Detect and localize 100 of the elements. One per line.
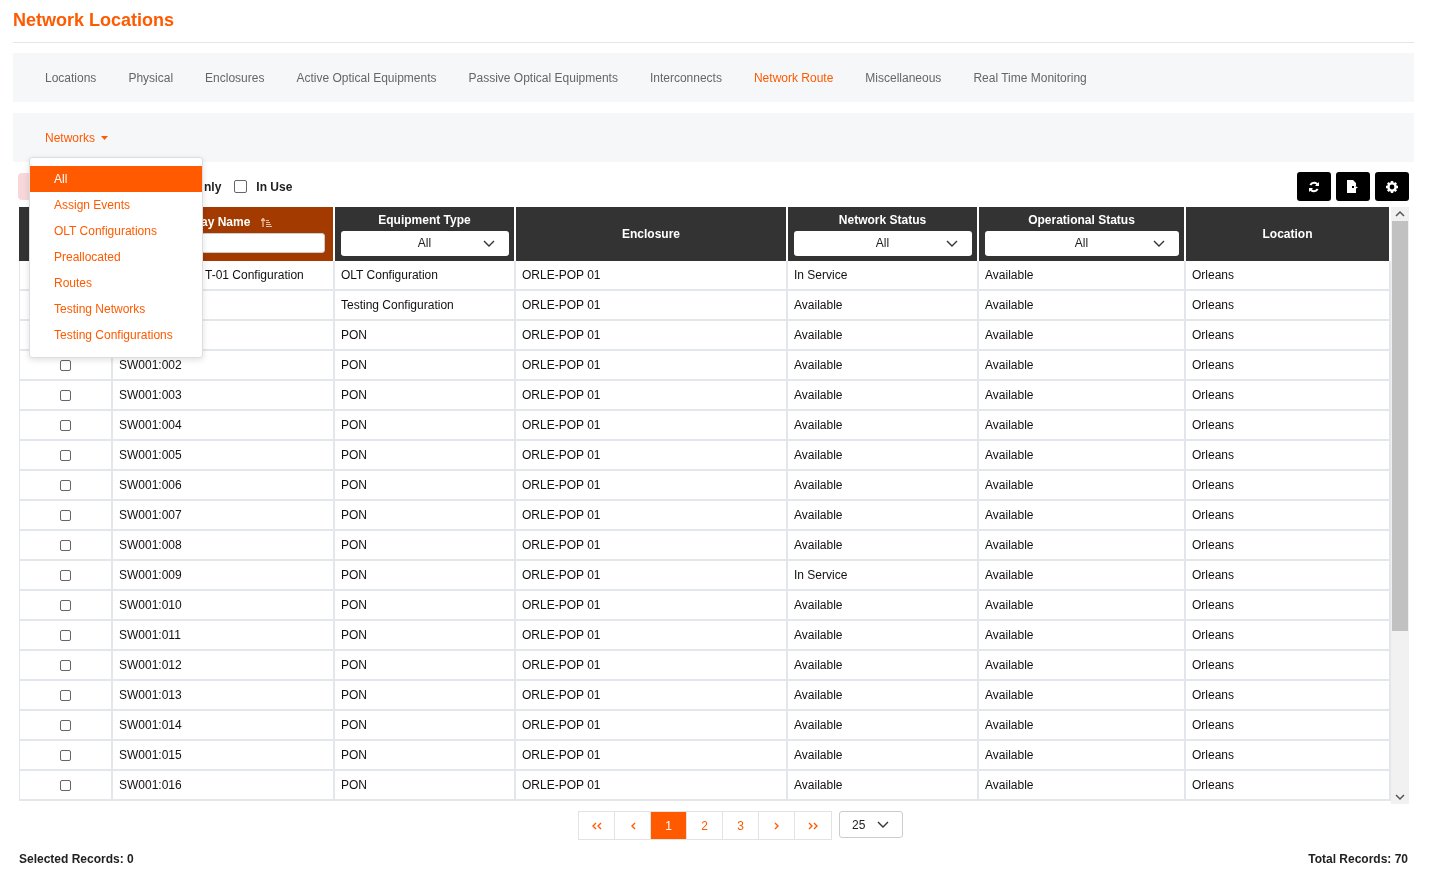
menu-item[interactable]: All xyxy=(30,166,202,192)
settings-icon xyxy=(1386,180,1398,193)
table-cell: Available xyxy=(979,411,1186,441)
table-cell: ORLE-POP 01 xyxy=(516,621,788,651)
tab[interactable]: Network Route xyxy=(737,70,850,85)
scroll-up-icon[interactable] xyxy=(1395,210,1405,217)
table-cell: PON xyxy=(335,621,516,651)
table-cell: PON xyxy=(335,771,516,801)
tab[interactable]: Active Optical Equipments xyxy=(280,70,453,85)
tab[interactable]: Real Time Monitoring xyxy=(957,70,1103,85)
table-cell: SW001:007 xyxy=(113,501,335,531)
row-checkbox[interactable] xyxy=(60,509,71,521)
row-checkbox[interactable] xyxy=(60,449,71,461)
table-cell: Available xyxy=(979,381,1186,411)
filter-input[interactable] xyxy=(201,233,325,253)
page-button[interactable]: 1 xyxy=(651,812,687,839)
table-cell: ORLE-POP 01 xyxy=(516,531,788,561)
selected-records-count: Selected Records: 0 xyxy=(19,852,134,866)
table-cell: Available xyxy=(979,291,1186,321)
row-checkbox[interactable] xyxy=(60,539,71,551)
networks-menu[interactable]: Networks xyxy=(39,130,114,145)
column-title: Network Status xyxy=(838,212,927,227)
row-checkbox[interactable] xyxy=(60,599,71,611)
scroll-down-icon[interactable] xyxy=(1395,794,1405,801)
total-records-count: Total Records: 70 xyxy=(1308,852,1408,866)
table-cell: In Service xyxy=(788,261,979,291)
table-cell: SW001:014 xyxy=(113,711,335,741)
row-checkbox[interactable] xyxy=(60,419,71,431)
column-header[interactable]: Network Status All xyxy=(788,207,979,261)
table-cell: SW001:004 xyxy=(113,411,335,441)
double-chevron-right-icon xyxy=(807,821,819,830)
column-title: Operational Status xyxy=(1028,212,1135,227)
table-cell: Available xyxy=(979,471,1186,501)
table-cell: Available xyxy=(788,591,979,621)
row-checkbox[interactable] xyxy=(60,359,71,371)
table-cell: ORLE-POP 01 xyxy=(516,381,788,411)
refresh-button[interactable] xyxy=(1297,172,1331,201)
double-chevron-left-icon xyxy=(591,821,602,830)
menu-item[interactable]: Testing Networks xyxy=(30,296,202,322)
table-cell: Available xyxy=(979,621,1186,651)
table-cell: SW001:003 xyxy=(113,381,335,411)
column-header[interactable]: Enclosure xyxy=(516,207,788,261)
column-header[interactable]: Equipment Type All xyxy=(335,207,516,261)
export-button[interactable] xyxy=(1336,172,1370,201)
table-cell: Available xyxy=(979,261,1186,291)
table-cell: ORLE-POP 01 xyxy=(516,711,788,741)
row-checkbox[interactable] xyxy=(60,719,71,731)
table-cell: Available xyxy=(788,621,979,651)
row-checkbox[interactable] xyxy=(60,659,71,671)
table-cell: Available xyxy=(979,441,1186,471)
tab[interactable]: Passive Optical Equipments xyxy=(452,70,634,85)
filter-dropdown[interactable]: All xyxy=(984,230,1179,256)
scrollbar-thumb[interactable] xyxy=(1392,221,1408,631)
menu-item[interactable]: Testing Configurations xyxy=(30,322,202,348)
scrollbar[interactable] xyxy=(1391,207,1409,804)
table-cell: ORLE-POP 01 xyxy=(516,741,788,771)
settings-button[interactable] xyxy=(1375,172,1409,201)
column-header[interactable]: Location xyxy=(1186,207,1391,261)
table-cell: ORLE-POP 01 xyxy=(516,681,788,711)
tab[interactable]: Interconnects xyxy=(633,70,738,85)
table-cell: Available xyxy=(788,381,979,411)
checkbox-label: nly xyxy=(204,179,222,194)
row-checkbox[interactable] xyxy=(60,479,71,491)
in-use-checkbox[interactable] xyxy=(234,180,248,193)
tab[interactable]: Enclosures xyxy=(189,70,281,85)
table-cell: ORLE-POP 01 xyxy=(516,561,788,591)
row-checkbox[interactable] xyxy=(60,629,71,641)
row-checkbox[interactable] xyxy=(60,689,71,701)
table-cell: Available xyxy=(788,321,979,351)
row-checkbox[interactable] xyxy=(60,749,71,761)
tab[interactable]: Locations xyxy=(29,70,113,85)
table-cell: PON xyxy=(335,711,516,741)
chevron-down-icon xyxy=(945,239,958,247)
filter-dropdown[interactable]: All xyxy=(793,230,972,256)
table-cell: SW001:015 xyxy=(113,741,335,771)
chevron-down-icon xyxy=(877,821,889,828)
table-cell: ORLE-POP 01 xyxy=(516,651,788,681)
row-checkbox[interactable] xyxy=(60,389,71,401)
table-cell: Available xyxy=(979,711,1186,741)
table-cell: Available xyxy=(979,681,1186,711)
table-cell: Available xyxy=(788,411,979,441)
table-cell: PON xyxy=(335,651,516,681)
table-cell: Available xyxy=(788,771,979,801)
table-cell: ORLE-POP 01 xyxy=(516,591,788,621)
column-header[interactable]: Operational Status All xyxy=(979,207,1186,261)
row-checkbox[interactable] xyxy=(60,779,71,791)
row-checkbox[interactable] xyxy=(60,569,71,581)
filter-dropdown[interactable]: All xyxy=(340,230,509,256)
table-cell: ORLE-POP 01 xyxy=(516,501,788,531)
table-cell: SW001:006 xyxy=(113,471,335,501)
table-cell: OLT Configuration xyxy=(335,261,516,291)
table-cell: Available xyxy=(979,561,1186,591)
column-title: Location xyxy=(1262,227,1313,241)
table-cell: Testing Configuration xyxy=(335,291,516,321)
table-cell: SW001:016 xyxy=(113,771,335,801)
tab[interactable]: Physical xyxy=(112,70,190,85)
page-size-dropdown[interactable]: 25 xyxy=(839,811,903,838)
checkbox-label: In Use xyxy=(256,179,293,194)
table-cell: Available xyxy=(788,441,979,471)
tab[interactable]: Miscellaneous xyxy=(849,70,958,85)
